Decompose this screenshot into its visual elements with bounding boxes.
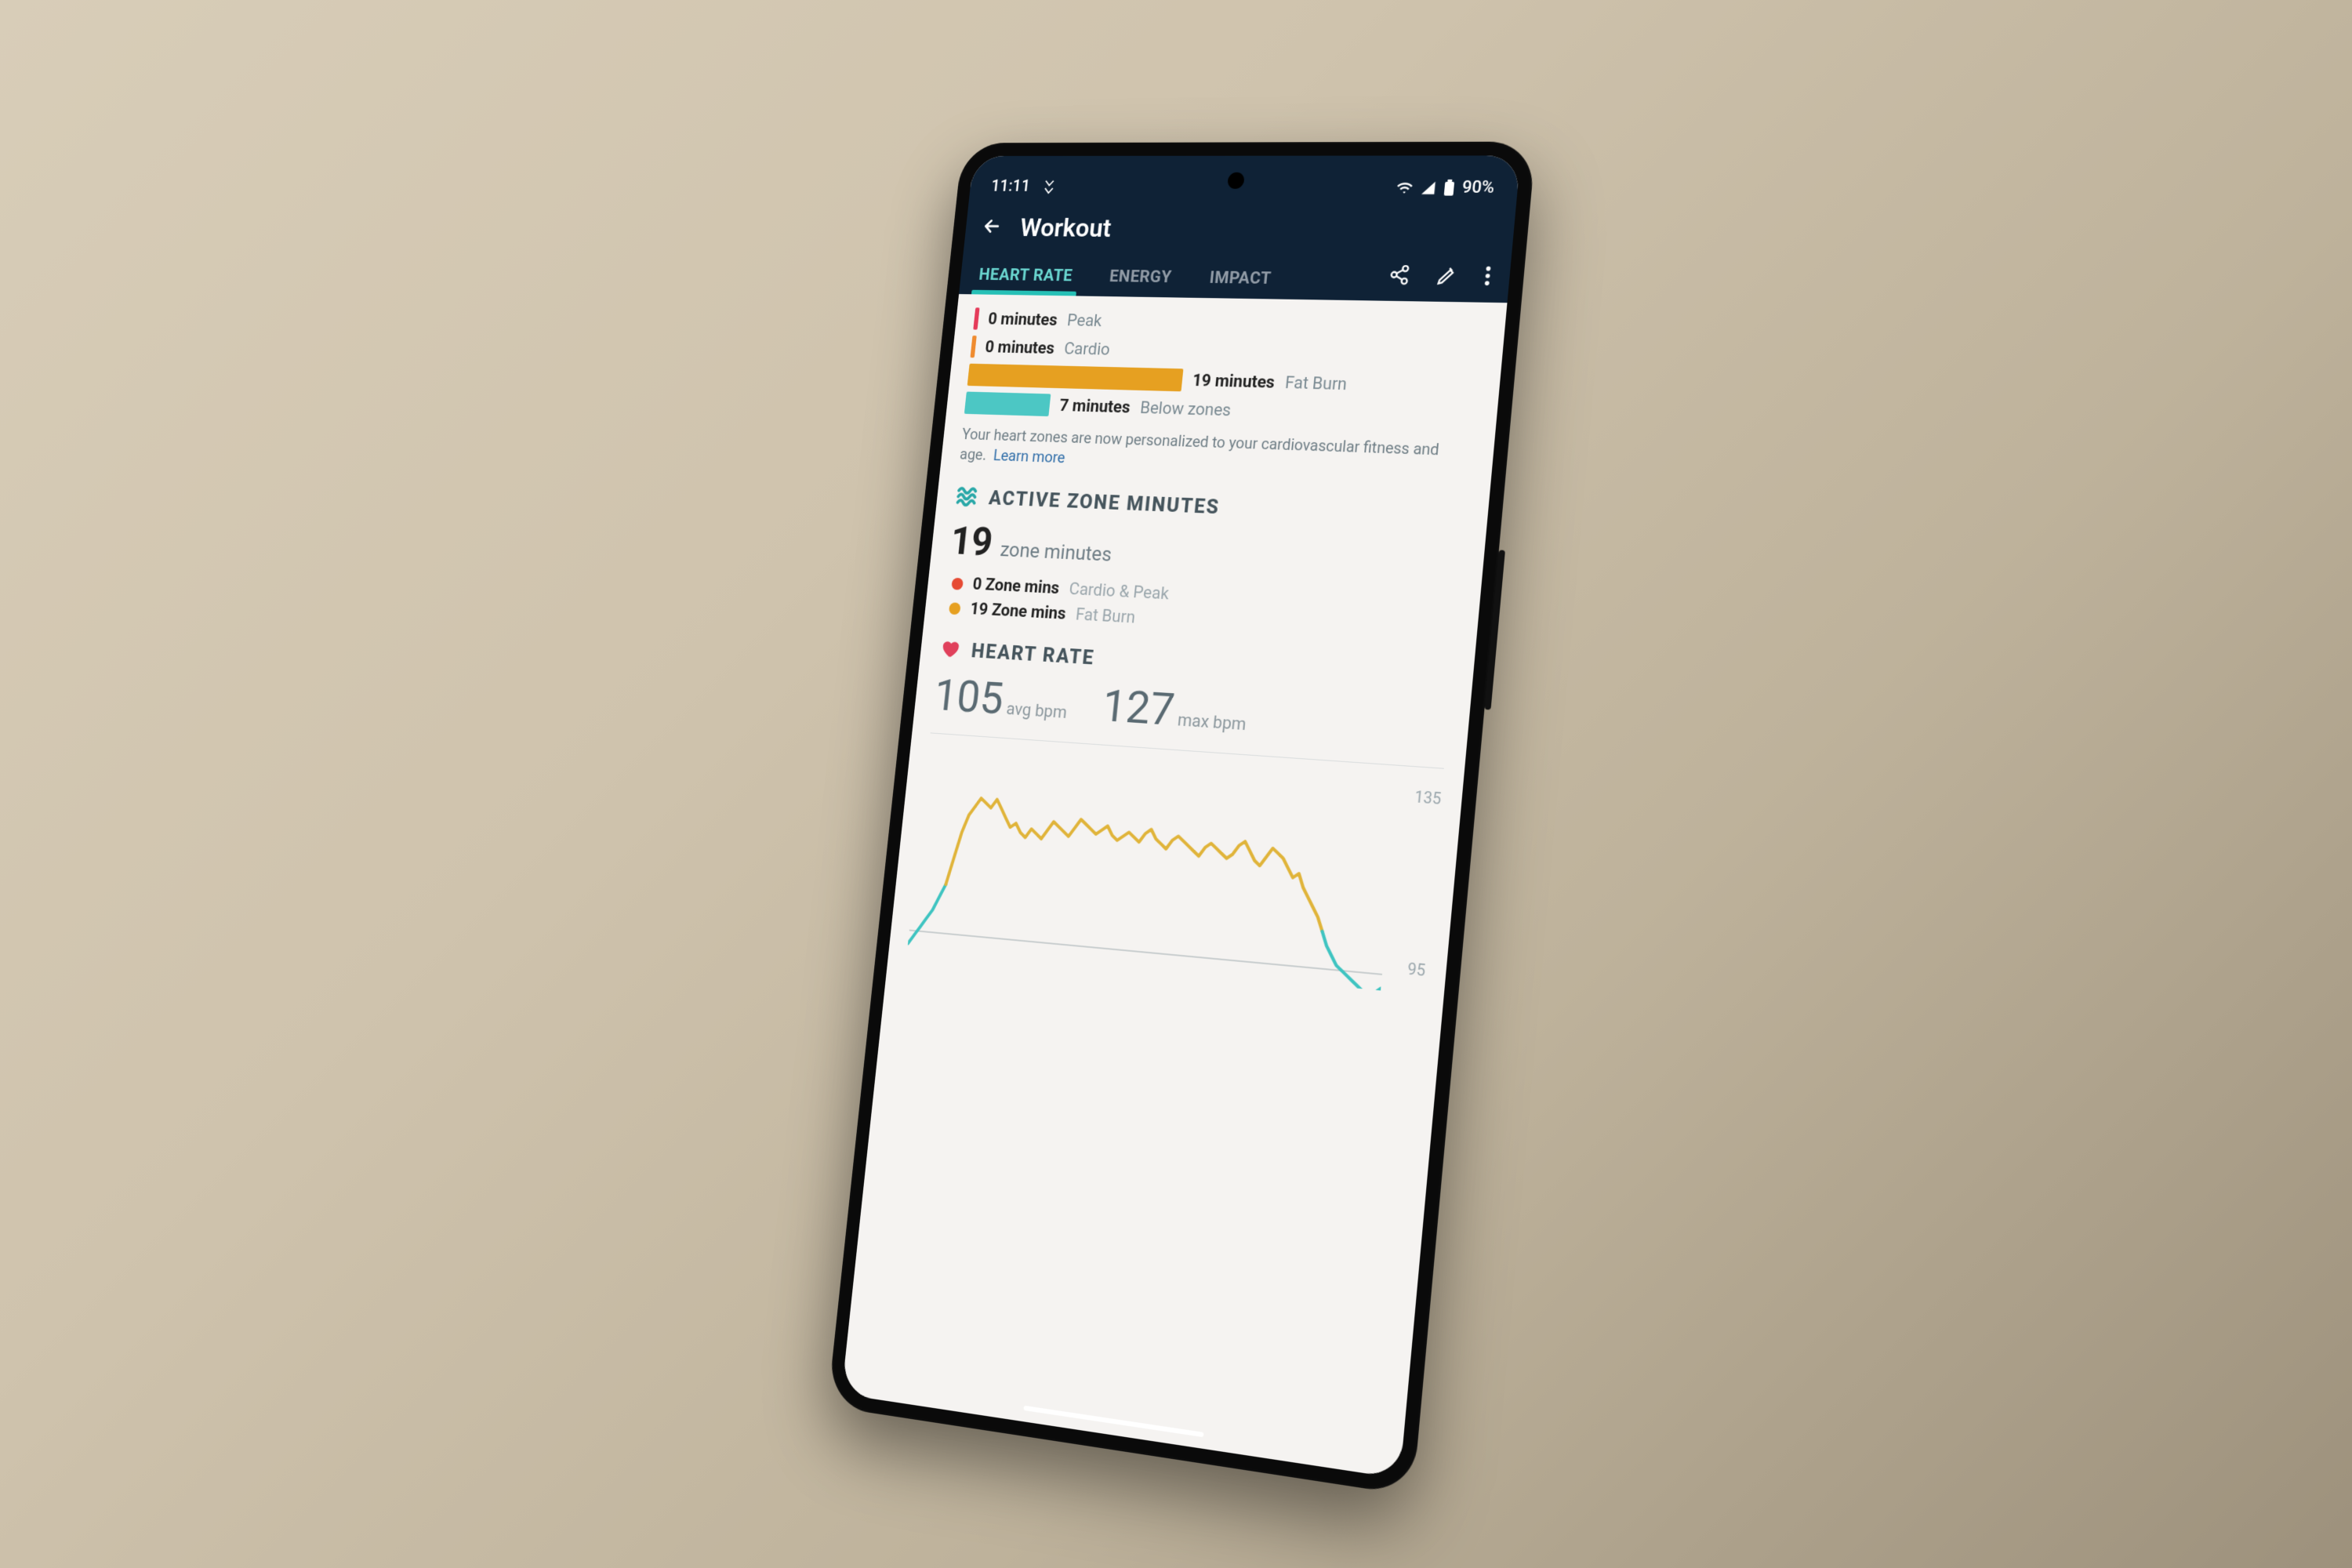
cell-signal-icon <box>1420 180 1436 195</box>
app-notification-icon <box>1040 178 1058 194</box>
tab-bar: HEART RATE ENERGY IMPACT <box>959 242 1512 303</box>
zone-label-fat: Fat Burn <box>1284 373 1348 394</box>
heart-rate-chart[interactable]: 135 95 <box>908 749 1443 995</box>
max-bpm-label: max bpm <box>1177 711 1247 735</box>
legend-lab-1: Fat Burn <box>1075 605 1136 627</box>
avg-bpm-label: avg bpm <box>1005 699 1067 722</box>
zone-row-cardio: 0 minutes Cardio <box>970 336 1483 370</box>
legend-val-0: 0 Zone mins <box>972 575 1061 598</box>
active-zone-total-num: 19 <box>949 517 995 565</box>
edit-button[interactable] <box>1435 264 1459 291</box>
zone-bar-cardio <box>970 336 976 358</box>
avg-bpm-num: 105 <box>931 670 1006 725</box>
content-area: 0 minutes Peak 0 minutes Cardio 19 minut… <box>841 294 1507 1479</box>
active-zone-heading: ACTIVE ZONE MINUTES <box>988 487 1221 519</box>
zone-value-below: 7 minutes <box>1058 396 1131 417</box>
overflow-menu-button[interactable] <box>1483 265 1492 292</box>
legend-val-1: 19 Zone mins <box>969 600 1066 624</box>
zone-label-cardio: Cardio <box>1063 339 1111 359</box>
tab-energy[interactable]: ENERGY <box>1089 256 1192 297</box>
zone-value-fat: 19 minutes <box>1192 371 1276 392</box>
tab-heart-rate[interactable]: HEART RATE <box>959 256 1093 296</box>
zone-label-below: Below zones <box>1139 398 1232 420</box>
legend-dot-red <box>951 577 964 590</box>
zone-bars: 0 minutes Peak 0 minutes Cardio 19 minut… <box>964 307 1486 429</box>
zone-bar-fat <box>967 364 1184 392</box>
zone-bar-below <box>964 392 1051 417</box>
android-status-bar: 11:11 90% <box>969 155 1521 203</box>
battery-icon <box>1443 179 1455 196</box>
zone-row-peak: 0 minutes Peak <box>973 307 1486 339</box>
max-bpm: 127max bpm <box>1100 680 1250 742</box>
active-zone-total-label: zone minutes <box>999 539 1112 567</box>
page-title: Workout <box>1018 213 1497 247</box>
wifi-icon <box>1396 179 1414 196</box>
avg-bpm: 105avg bpm <box>931 670 1070 730</box>
tab-impact[interactable]: IMPACT <box>1189 258 1293 299</box>
zone-label-peak: Peak <box>1066 311 1103 331</box>
battery-percent: 90% <box>1461 178 1495 198</box>
chart-ylabel-bot: 95 <box>1406 959 1426 980</box>
legend-lab-0: Cardio & Peak <box>1069 579 1170 604</box>
status-time: 11:11 <box>990 177 1031 195</box>
personalization-note: Your heart zones are now personalized to… <box>959 424 1474 483</box>
learn-more-link[interactable]: Learn more <box>993 446 1066 466</box>
active-zone-legend: 0 Zone mins Cardio & Peak 19 Zone mins F… <box>942 574 1459 645</box>
zone-value-cardio: 0 minutes <box>984 338 1055 358</box>
heart-icon <box>938 637 961 663</box>
phone-frame: 11:11 90% <box>827 142 1536 1496</box>
active-zone-icon <box>954 484 979 511</box>
screen: 11:11 90% <box>841 155 1520 1478</box>
back-button[interactable] <box>980 215 1004 240</box>
share-button[interactable] <box>1388 264 1412 291</box>
legend-dot-orange <box>949 602 961 615</box>
zone-bar-peak <box>973 307 979 329</box>
heart-rate-heading: HEART RATE <box>971 640 1096 670</box>
max-bpm-num: 127 <box>1100 680 1177 737</box>
app-bar: Workout <box>964 201 1516 248</box>
chart-ylabel-top: 135 <box>1414 787 1442 808</box>
zone-value-peak: 0 minutes <box>987 310 1058 329</box>
